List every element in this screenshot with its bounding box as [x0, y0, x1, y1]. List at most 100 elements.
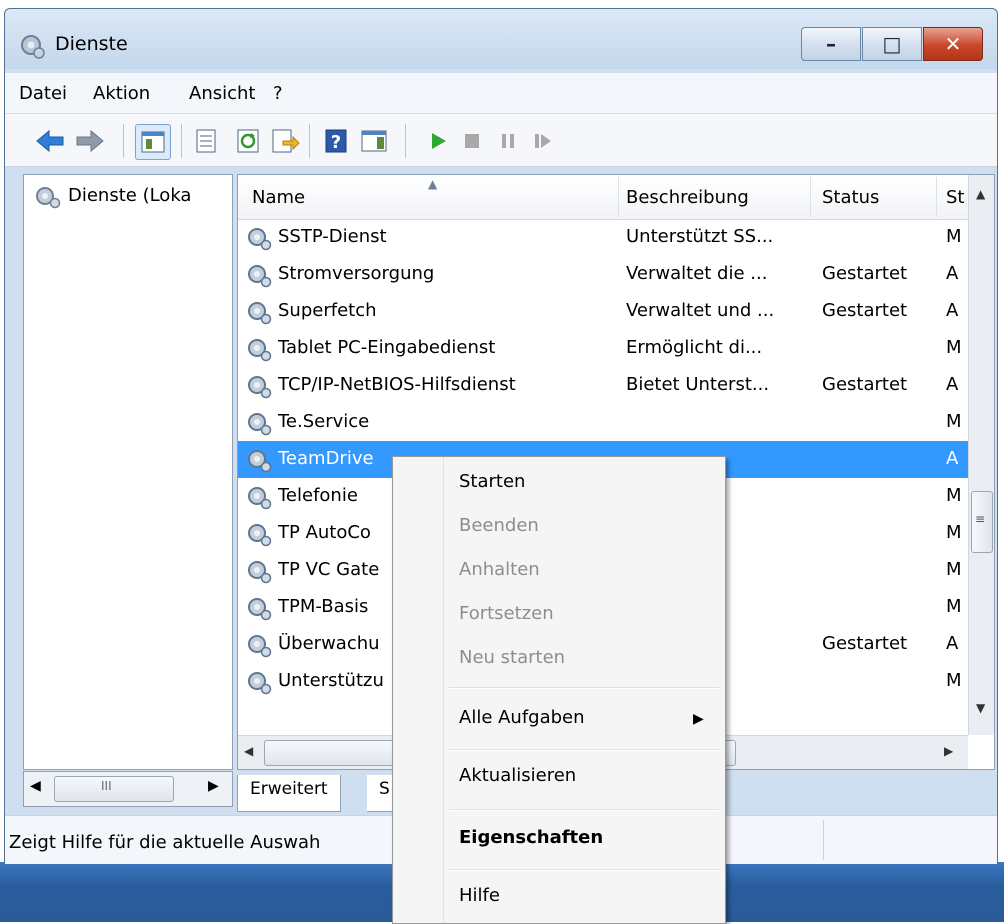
- table-row[interactable]: Stromversorgung Verwaltet die ... Gestarte…: [238, 256, 968, 293]
- service-startup-type: M: [946, 596, 962, 617]
- pause-service-icon: [502, 134, 514, 148]
- restart-service-icon: [535, 134, 551, 148]
- table-row[interactable]: TCP/IP-NetBIOS-Hilfsdienst Bietet Unterst…: [238, 367, 968, 404]
- toolbar: ?: [5, 114, 997, 167]
- context-menu: Starten Beenden Anhalten Fortsetzen Neu …: [392, 456, 726, 924]
- service-gear-icon: [248, 302, 272, 325]
- forward-icon[interactable]: [73, 124, 107, 158]
- scroll-left-icon[interactable]: ◀: [244, 744, 253, 758]
- service-gear-icon: [248, 413, 272, 436]
- service-startup-type: A: [946, 263, 959, 284]
- context-menu-pause: Anhalten: [459, 559, 540, 580]
- context-menu-refresh[interactable]: Aktualisieren: [459, 765, 576, 786]
- service-description: Ermöglicht di...: [626, 337, 763, 358]
- scroll-down-icon[interactable]: ▼: [976, 701, 985, 715]
- refresh-icon[interactable]: [231, 124, 265, 158]
- stop-service-icon: [465, 134, 479, 148]
- list-header: ▲ Name Beschreibung Status St: [238, 175, 968, 220]
- scroll-right-icon[interactable]: ▶: [944, 744, 953, 758]
- scroll-thumb[interactable]: ≡: [971, 491, 993, 553]
- table-row[interactable]: Superfetch Verwaltet und ... Gestartet A: [238, 293, 968, 330]
- start-service-icon[interactable]: [421, 124, 455, 158]
- service-name: Superfetch: [278, 300, 377, 321]
- service-startup-type: M: [946, 485, 962, 506]
- tree-horizontal-scrollbar[interactable]: ◀ III ▶: [23, 771, 233, 807]
- service-startup-type: A: [946, 300, 959, 321]
- column-divider[interactable]: [936, 177, 937, 217]
- service-gear-icon: [248, 635, 272, 658]
- list-vertical-scrollbar[interactable]: ▲ ≡ ▼: [968, 175, 994, 735]
- window-title: Dienste: [55, 33, 128, 55]
- minimize-button[interactable]: –: [801, 27, 861, 61]
- service-name: TCP/IP-NetBIOS-Hilfsdienst: [278, 374, 516, 395]
- title-bar[interactable]: Dienste – □ ✕: [5, 9, 997, 69]
- maximize-button[interactable]: □: [862, 27, 922, 61]
- console-tree: Dienste (Loka: [23, 174, 233, 770]
- scroll-thumb[interactable]: III: [54, 776, 174, 802]
- service-status: Gestartet: [822, 300, 908, 321]
- column-divider[interactable]: [618, 177, 619, 217]
- context-menu-stop: Beenden: [459, 515, 539, 536]
- context-menu-separator: [449, 687, 719, 689]
- service-gear-icon: [248, 450, 272, 473]
- table-row[interactable]: Tablet PC-Eingabedienst Ermöglicht di... M: [238, 330, 968, 367]
- context-menu-restart: Neu starten: [459, 647, 566, 668]
- service-gear-icon: [248, 376, 272, 399]
- tab-extended[interactable]: Erweitert: [237, 775, 341, 812]
- context-menu-properties[interactable]: Eigenschaften: [459, 827, 603, 848]
- service-name: SSTP-Dienst: [278, 226, 387, 247]
- export-list-icon[interactable]: [267, 124, 301, 158]
- scroll-grip-icon: ≡: [975, 512, 986, 526]
- service-description: Verwaltet und ...: [626, 300, 775, 321]
- status-text: Zeigt Hilfe für die aktuelle Auswah: [9, 832, 321, 853]
- context-menu-separator: [449, 749, 719, 751]
- service-startup-type: M: [946, 670, 962, 691]
- maximize-icon: □: [882, 32, 902, 56]
- service-startup-type: A: [946, 448, 959, 469]
- context-menu-gutter: [443, 457, 444, 923]
- service-startup-type: M: [946, 559, 962, 580]
- properties-icon[interactable]: [189, 124, 223, 158]
- table-row[interactable]: SSTP-Dienst Unterstützt SS... M: [238, 219, 968, 256]
- service-gear-icon: [248, 487, 272, 510]
- show-hide-console-tree-icon[interactable]: [135, 124, 171, 160]
- scroll-up-icon[interactable]: ▲: [976, 187, 985, 201]
- close-icon: ✕: [944, 32, 962, 56]
- action-pane-icon[interactable]: [357, 124, 391, 158]
- context-menu-start[interactable]: Starten: [459, 471, 525, 492]
- scroll-left-icon[interactable]: ◀: [30, 778, 41, 794]
- menu-help[interactable]: ?: [273, 83, 283, 104]
- toolbar-separator: [405, 124, 406, 158]
- service-name: Tablet PC-Eingabedienst: [278, 337, 496, 358]
- column-header-name[interactable]: Name: [252, 187, 305, 208]
- menu-datei[interactable]: Datei: [19, 83, 67, 104]
- column-header-description[interactable]: Beschreibung: [626, 187, 749, 208]
- service-startup-type: M: [946, 411, 962, 432]
- context-menu-all-tasks[interactable]: Alle Aufgaben: [459, 707, 585, 728]
- status-divider: [823, 820, 824, 860]
- service-status: Gestartet: [822, 374, 908, 395]
- service-startup-type: A: [946, 633, 959, 654]
- table-row[interactable]: Te.Service M: [238, 404, 968, 441]
- service-gear-icon: [248, 598, 272, 621]
- help-icon[interactable]: ?: [319, 124, 353, 158]
- service-status: Gestartet: [822, 263, 908, 284]
- svg-text:?: ?: [331, 132, 341, 153]
- tree-item-services-local[interactable]: Dienste (Loka: [68, 185, 191, 206]
- toolbar-separator: [123, 124, 124, 158]
- service-startup-type: M: [946, 337, 962, 358]
- close-button[interactable]: ✕: [923, 27, 983, 61]
- menu-ansicht[interactable]: Ansicht: [189, 83, 255, 104]
- column-divider[interactable]: [810, 177, 811, 217]
- toolbar-separator: [181, 124, 182, 158]
- context-menu-help[interactable]: Hilfe: [459, 885, 500, 906]
- menu-aktion[interactable]: Aktion: [93, 83, 150, 104]
- menu-bar: Datei Aktion Ansicht ?: [5, 73, 997, 114]
- back-icon[interactable]: [33, 124, 67, 158]
- service-status: Gestartet: [822, 633, 908, 654]
- column-header-status[interactable]: Status: [822, 187, 879, 208]
- scroll-right-icon[interactable]: ▶: [208, 778, 219, 794]
- column-header-startup-type[interactable]: St: [946, 187, 964, 208]
- service-gear-icon: [248, 265, 272, 288]
- service-startup-type: M: [946, 226, 962, 247]
